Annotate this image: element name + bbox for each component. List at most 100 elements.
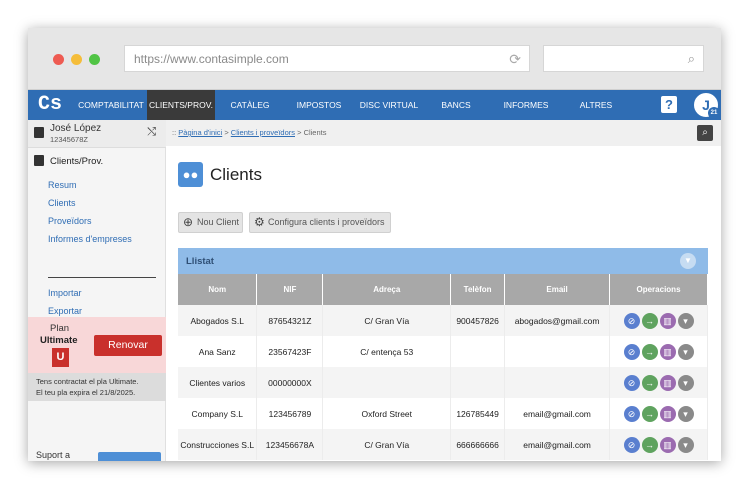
sidebar-section-title: Clients/Prov. (50, 156, 104, 167)
breadcrumb: :: Pàgina d'inici > Clients i proveïdors… (166, 120, 721, 146)
cell-operacions: ⊘ → ▥ ▾ (609, 305, 708, 336)
configure-label: Configura clients i proveïdors (268, 217, 385, 227)
cell-operacions: ⊘ → ▥ ▾ (609, 336, 708, 367)
chevron-down-icon[interactable]: ▾ (677, 312, 694, 329)
bank-icon[interactable]: ▥ (659, 405, 676, 422)
table-row[interactable]: Abogados S.L 87654321Z C/ Gran Vía 90045782… (178, 305, 708, 336)
column-header-operacions: Operacions (609, 274, 708, 305)
cell-adreca: Oxford Street (322, 398, 452, 429)
configure-button[interactable]: ⚙ Configura clients i proveïdors (249, 212, 391, 233)
minimize-window-button[interactable] (71, 54, 82, 65)
cell-nom: Clientes varios (178, 367, 258, 398)
cell-nom: Company S.L (178, 398, 258, 429)
support-button[interactable] (98, 452, 161, 461)
cell-nif: 123456678A (256, 429, 324, 460)
chevron-down-icon[interactable]: ▾ (677, 436, 694, 453)
nav-item-comptabilitat[interactable]: COMPTABILITAT (74, 90, 148, 120)
column-header-adreca[interactable]: Adreça (322, 274, 452, 305)
reload-icon[interactable]: ⟳ (509, 51, 521, 68)
cell-operacions: ⊘ → ▥ ▾ (609, 367, 708, 398)
new-client-button[interactable]: ⊕ Nou Client (178, 212, 243, 233)
browser-window: https://www.contasimple.com ⟳ ⌕ Cs COMPT… (28, 28, 721, 461)
cell-nif: 00000000X (256, 367, 324, 398)
sidebar-item-importar[interactable]: Importar (48, 288, 82, 298)
logo[interactable]: Cs (38, 93, 62, 116)
address-text: https://www.contasimple.com (134, 52, 289, 66)
search-icon[interactable]: ⌕ (697, 125, 713, 141)
switch-company-icon[interactable]: ⤭ (147, 126, 156, 139)
cell-telefon (450, 367, 506, 398)
column-header-nif[interactable]: NIF (256, 274, 324, 305)
chevron-down-icon[interactable]: ▾ (677, 343, 694, 360)
plan-info-line-1: Tens contractat el pla Ultimate. (36, 377, 139, 386)
arrow-right-icon[interactable]: → (641, 374, 658, 391)
clients-section-icon (34, 155, 44, 166)
plan-info: Tens contractat el pla Ultimate. El teu … (28, 373, 166, 401)
nav-item-altres[interactable]: ALTRES (564, 90, 628, 120)
plan-badge-icon: U (52, 348, 69, 367)
arrow-right-icon[interactable]: → (641, 312, 658, 329)
cell-telefon: 900457826 (450, 305, 506, 336)
bank-icon[interactable]: ▥ (659, 374, 676, 391)
breadcrumb-clients-proveidors[interactable]: Clients i proveïdors (231, 128, 295, 137)
nav-item-bancs[interactable]: BANCS (424, 90, 488, 120)
support-label: Suport a (36, 450, 71, 460)
table-row[interactable]: Company S.L 123456789 Oxford Street 1267854… (178, 398, 708, 429)
column-header-telefon[interactable]: Telèfon (450, 274, 506, 305)
sidebar: José López 12345678Z ⤭ Clients/Prov. Res… (28, 120, 166, 461)
nav-item-impostos[interactable]: IMPOSTOS (284, 90, 354, 120)
close-window-button[interactable] (53, 54, 64, 65)
cell-adreca: C/ entença 53 (322, 336, 452, 367)
page-title: Clients (210, 165, 262, 184)
bank-icon[interactable]: ▥ (659, 312, 676, 329)
filter-icon[interactable]: ▼ (680, 253, 696, 269)
arrow-right-icon[interactable]: → (641, 436, 658, 453)
sidebar-item-exportar[interactable]: Exportar (48, 306, 82, 316)
plan-panel: Plan Ultimate U Renovar (28, 317, 166, 373)
user-card-icon (34, 127, 44, 138)
cell-adreca: C/ Gran Vía (322, 429, 452, 460)
sidebar-item-proveidors[interactable]: Proveïdors (48, 216, 92, 226)
plan-label: Plan (50, 323, 70, 334)
user-panel: José López 12345678Z ⤭ (28, 120, 166, 148)
nav-item-disc-virtual[interactable]: DISC VIRTUAL (356, 90, 422, 120)
table-row[interactable]: Clientes varios 00000000X ⊘ → ▥ ▾ (178, 367, 708, 398)
help-icon[interactable]: ? (661, 96, 677, 113)
breadcrumb-current: Clients (303, 128, 327, 137)
cell-adreca: C/ Gran Vía (322, 305, 452, 336)
paperclip-icon[interactable]: ⊘ (623, 374, 640, 391)
sidebar-item-resum[interactable]: Resum (48, 180, 77, 190)
sidebar-item-clients[interactable]: Clients (48, 198, 76, 208)
browser-search-input[interactable]: ⌕ (543, 45, 704, 72)
nav-item-clients[interactable]: CLIENTS/PROV. (147, 90, 215, 120)
table-row[interactable]: Ana Sanz 23567423F C/ entença 53 ⊘ → ▥ ▾ (178, 336, 708, 367)
cell-nif: 87654321Z (256, 305, 324, 336)
renew-button[interactable]: Renovar (94, 335, 162, 356)
bank-icon[interactable]: ▥ (659, 436, 676, 453)
avatar[interactable]: J 21 (693, 92, 720, 119)
new-client-label: Nou Client (197, 217, 240, 227)
cell-email: email@gmail.com (504, 398, 611, 429)
paperclip-icon[interactable]: ⊘ (623, 343, 640, 360)
maximize-window-button[interactable] (89, 54, 100, 65)
arrow-right-icon[interactable]: → (641, 343, 658, 360)
paperclip-icon[interactable]: ⊘ (623, 312, 640, 329)
cell-email: email@gmail.com (504, 429, 611, 460)
paperclip-icon[interactable]: ⊘ (623, 405, 640, 422)
browser-chrome: https://www.contasimple.com ⟳ ⌕ (28, 28, 721, 90)
paperclip-icon[interactable]: ⊘ (623, 436, 640, 453)
nav-item-informes[interactable]: INFORMES (490, 90, 562, 120)
table-row[interactable]: Construcciones S.L 123456678A C/ Gran Vía 6… (178, 429, 708, 460)
address-bar[interactable]: https://www.contasimple.com ⟳ (124, 45, 530, 72)
sidebar-item-informes[interactable]: Informes d'empreses (48, 234, 132, 244)
chevron-down-icon[interactable]: ▾ (677, 405, 694, 422)
column-header-email[interactable]: Email (504, 274, 611, 305)
arrow-right-icon[interactable]: → (641, 405, 658, 422)
bank-icon[interactable]: ▥ (659, 343, 676, 360)
breadcrumb-trail: :: Pàgina d'inici > Clients i proveïdors… (172, 128, 327, 137)
user-nif: 12345678Z (50, 135, 88, 144)
nav-item-cataleg[interactable]: CATÀLEG (218, 90, 282, 120)
breadcrumb-home[interactable]: Pàgina d'inici (178, 128, 222, 137)
chevron-down-icon[interactable]: ▾ (677, 374, 694, 391)
column-header-nom[interactable]: Nom (178, 274, 258, 305)
